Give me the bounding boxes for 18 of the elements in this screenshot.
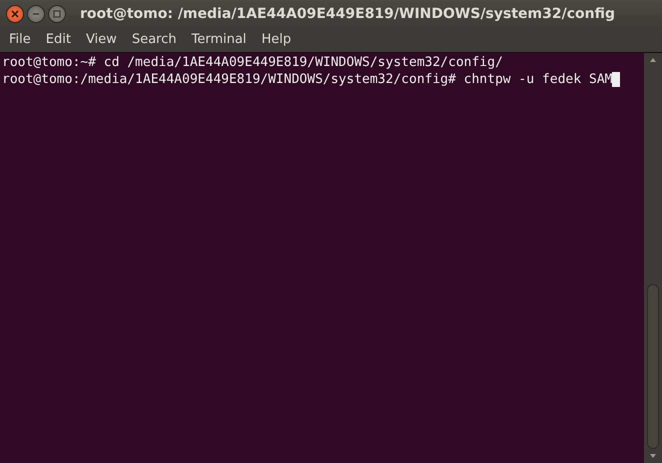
- menu-item[interactable]: View: [78, 32, 125, 47]
- terminal-line: root@tomo:~# cd /media/1AE44A09E449E819/WINDOWS/system32/config/: [2, 54, 503, 71]
- scrollbar-thumb[interactable]: [647, 284, 659, 449]
- maximize-button[interactable]: [48, 4, 66, 22]
- close-button[interactable]: [6, 4, 24, 22]
- up-arrow-icon[interactable]: [649, 57, 657, 63]
- menu-item[interactable]: Terminal: [184, 32, 254, 47]
- menu-item[interactable]: Search: [124, 32, 184, 47]
- maximize-icon: [53, 10, 61, 18]
- menu-item[interactable]: Help: [254, 32, 300, 47]
- terminal-line: root@tomo:/media/1AE44A09E449E819/WINDOWS/system32/config# chntpw -u fedek SAM: [2, 71, 612, 88]
- down-arrow-icon[interactable]: [649, 453, 657, 459]
- window-title: root@tomo: /media/1AE44A09E449E819/WINDOWS/system32/config: [80, 6, 616, 22]
- minimize-button[interactable]: [27, 4, 45, 22]
- cursor: [612, 72, 620, 87]
- menu-item[interactable]: Edit: [38, 32, 79, 47]
- close-icon: [11, 10, 19, 18]
- menu-item[interactable]: File: [2, 32, 39, 47]
